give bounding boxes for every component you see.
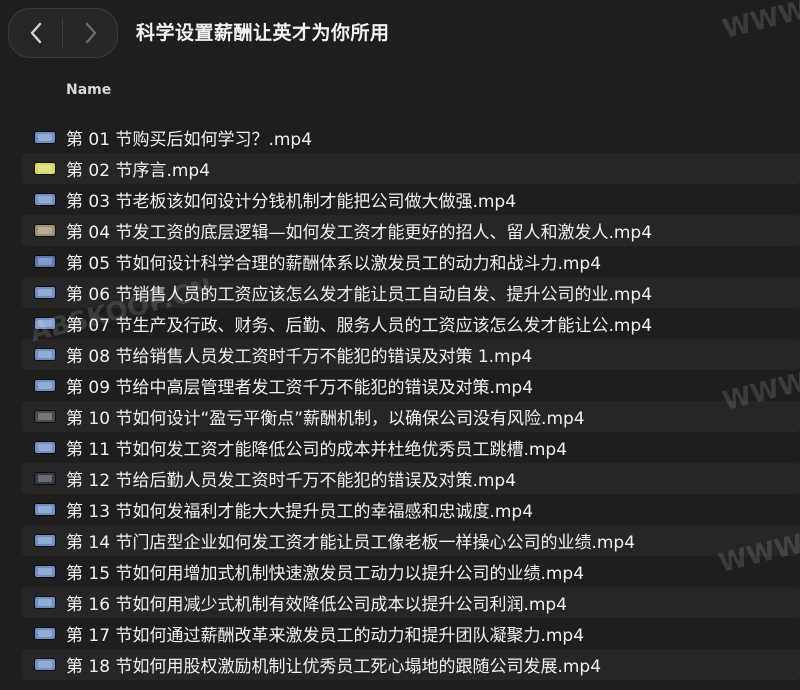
back-button[interactable]	[8, 8, 63, 58]
file-row[interactable]: 第 18 节如何用股权激励机制让优秀员工死心塌地的跟随公司发展.mp4	[0, 649, 800, 680]
nav-divider	[62, 18, 63, 48]
file-name: 第 03 节老板该如何设计分钱机制才能把公司做大做强.mp4	[66, 192, 517, 212]
file-name: 第 16 节如何用减少式机制有效降低公司成本以提升公司利润.mp4	[66, 595, 568, 615]
finder-window: 科学设置薪酬让英才为你所用 Name 第 01 节购买后如何学习？.mp4 第 0…	[0, 0, 800, 690]
file-name: 第 14 节门店型企业如何发工资才能让员工像老板一样操心公司的业绩.mp4	[66, 533, 636, 553]
file-name: 第 09 节给中高层管理者发工资千万不能犯的错误及对策.mp4	[66, 378, 534, 398]
video-file-icon	[35, 597, 55, 608]
navigation-buttons	[8, 8, 118, 58]
video-file-icon	[35, 225, 55, 236]
video-file-icon	[35, 504, 55, 515]
file-name: 第 01 节购买后如何学习？.mp4	[66, 130, 313, 150]
video-file-icon	[35, 659, 55, 670]
video-file-icon	[35, 287, 55, 298]
file-row[interactable]: 第 07 节生产及行政、财务、后勤、服务人员的工资应该怎么发才能让公.mp4	[0, 308, 800, 339]
file-name: 第 06 节销售人员的工资应该怎么发才能让员工自动自发、提升公司的业.mp4	[66, 285, 653, 305]
file-row[interactable]: 第 02 节序言.mp4	[0, 153, 800, 184]
file-row[interactable]: 第 10 节如何设计“盈亏平衡点”薪酬机制，以确保公司没有风险.mp4	[0, 401, 800, 432]
file-name: 第 17 节如何通过薪酬改革来激发员工的动力和提升团队凝聚力.mp4	[66, 626, 585, 646]
video-file-icon	[35, 256, 55, 267]
file-row[interactable]: 第 13 节如何发福利才能大大提升员工的幸福感和忠诚度.mp4	[0, 494, 800, 525]
file-name: 第 11 节如何发工资才能降低公司的成本并杜绝优秀员工跳槽.mp4	[66, 440, 568, 460]
file-name: 第 13 节如何发福利才能大大提升员工的幸福感和忠诚度.mp4	[66, 502, 534, 522]
column-header: Name	[0, 72, 800, 112]
file-row[interactable]: 第 05 节如何设计科学合理的薪酬体系以激发员工的动力和战斗力.mp4	[0, 246, 800, 277]
window-title: 科学设置薪酬让英才为你所用	[136, 22, 390, 44]
file-row[interactable]: 第 09 节给中高层管理者发工资千万不能犯的错误及对策.mp4	[0, 370, 800, 401]
file-row[interactable]: 第 16 节如何用减少式机制有效降低公司成本以提升公司利润.mp4	[0, 587, 800, 618]
video-file-icon	[35, 411, 55, 422]
chevron-right-icon	[84, 22, 98, 44]
video-file-icon	[35, 442, 55, 453]
file-name: 第 05 节如何设计科学合理的薪酬体系以激发员工的动力和战斗力.mp4	[66, 254, 602, 274]
video-file-icon	[35, 380, 55, 391]
file-row[interactable]: 第 03 节老板该如何设计分钱机制才能把公司做大做强.mp4	[0, 184, 800, 215]
file-name: 第 15 节如何用增加式机制快速激发员工动力以提升公司的业绩.mp4	[66, 564, 585, 584]
file-row[interactable]: 第 12 节给后勤人员发工资时千万不能犯的错误及对策.mp4	[0, 463, 800, 494]
toolbar: 科学设置薪酬让英才为你所用	[0, 0, 800, 64]
video-file-icon	[35, 163, 55, 174]
file-name: 第 18 节如何用股权激励机制让优秀员工死心塌地的跟随公司发展.mp4	[66, 657, 602, 677]
file-row[interactable]: 第 04 节发工资的底层逻辑—如何发工资才能更好的招人、留人和激发人.mp4	[0, 215, 800, 246]
name-column-header[interactable]: Name	[66, 82, 111, 98]
file-name: 第 02 节序言.mp4	[66, 161, 211, 181]
file-name: 第 07 节生产及行政、财务、后勤、服务人员的工资应该怎么发才能让公.mp4	[66, 316, 653, 336]
video-file-icon	[35, 628, 55, 639]
forward-button[interactable]	[63, 8, 118, 58]
file-row[interactable]: 第 17 节如何通过薪酬改革来激发员工的动力和提升团队凝聚力.mp4	[0, 618, 800, 649]
video-file-icon	[35, 349, 55, 360]
video-file-icon	[35, 566, 55, 577]
file-name: 第 10 节如何设计“盈亏平衡点”薪酬机制，以确保公司没有风险.mp4	[66, 409, 585, 429]
video-file-icon	[35, 194, 55, 205]
file-list: 第 01 节购买后如何学习？.mp4 第 02 节序言.mp4 第 03 节老板该如…	[0, 122, 800, 680]
file-row[interactable]: 第 08 节给销售人员发工资时千万不能犯的错误及对策 1.mp4	[0, 339, 800, 370]
file-row[interactable]: 第 15 节如何用增加式机制快速激发员工动力以提升公司的业绩.mp4	[0, 556, 800, 587]
video-file-icon	[35, 473, 55, 484]
video-file-icon	[35, 318, 55, 329]
video-file-icon	[35, 535, 55, 546]
file-row[interactable]: 第 01 节购买后如何学习？.mp4	[0, 122, 800, 153]
video-file-icon	[35, 132, 55, 143]
file-row[interactable]: 第 06 节销售人员的工资应该怎么发才能让员工自动自发、提升公司的业.mp4	[0, 277, 800, 308]
file-row[interactable]: 第 11 节如何发工资才能降低公司的成本并杜绝优秀员工跳槽.mp4	[0, 432, 800, 463]
chevron-left-icon	[29, 22, 43, 44]
file-name: 第 04 节发工资的底层逻辑—如何发工资才能更好的招人、留人和激发人.mp4	[66, 223, 653, 243]
file-row[interactable]: 第 14 节门店型企业如何发工资才能让员工像老板一样操心公司的业绩.mp4	[0, 525, 800, 556]
file-name: 第 12 节给后勤人员发工资时千万不能犯的错误及对策.mp4	[66, 471, 517, 491]
file-name: 第 08 节给销售人员发工资时千万不能犯的错误及对策 1.mp4	[66, 347, 533, 367]
